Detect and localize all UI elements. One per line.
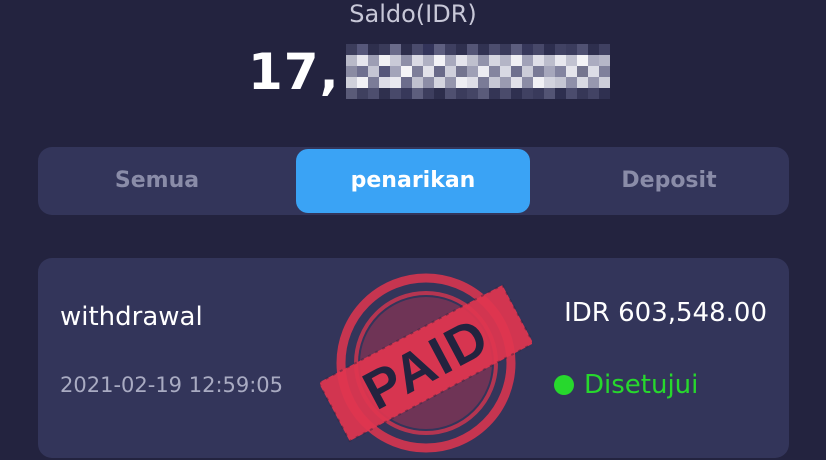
tab-deposit[interactable]: Deposit: [550, 147, 788, 215]
tab-semua[interactable]: Semua: [38, 147, 276, 215]
status-dot-icon: [554, 375, 574, 395]
transaction-amount: IDR 603,548.00: [564, 298, 767, 328]
balance-pixelated-mask: [345, 44, 610, 100]
transaction-type: withdrawal: [60, 302, 203, 332]
status-label: Disetujui: [584, 370, 699, 400]
transaction-history-screen: Saldo(IDR) 17, Semua penarikan Deposit w…: [0, 0, 826, 460]
balance-label: Saldo(IDR): [349, 0, 477, 28]
transaction-card[interactable]: withdrawal 2021-02-19 12:59:05 PAID IDR …: [38, 258, 789, 458]
transaction-datetime: 2021-02-19 12:59:05: [60, 373, 284, 397]
balance-amount: 17,: [248, 42, 610, 102]
paid-stamp: PAID: [320, 273, 532, 453]
transaction-status: Disetujui: [554, 368, 698, 402]
balance-prefix: 17,: [248, 43, 340, 101]
tab-penarikan[interactable]: penarikan: [296, 149, 530, 213]
transaction-filter-tabs: Semua penarikan Deposit: [38, 147, 789, 215]
